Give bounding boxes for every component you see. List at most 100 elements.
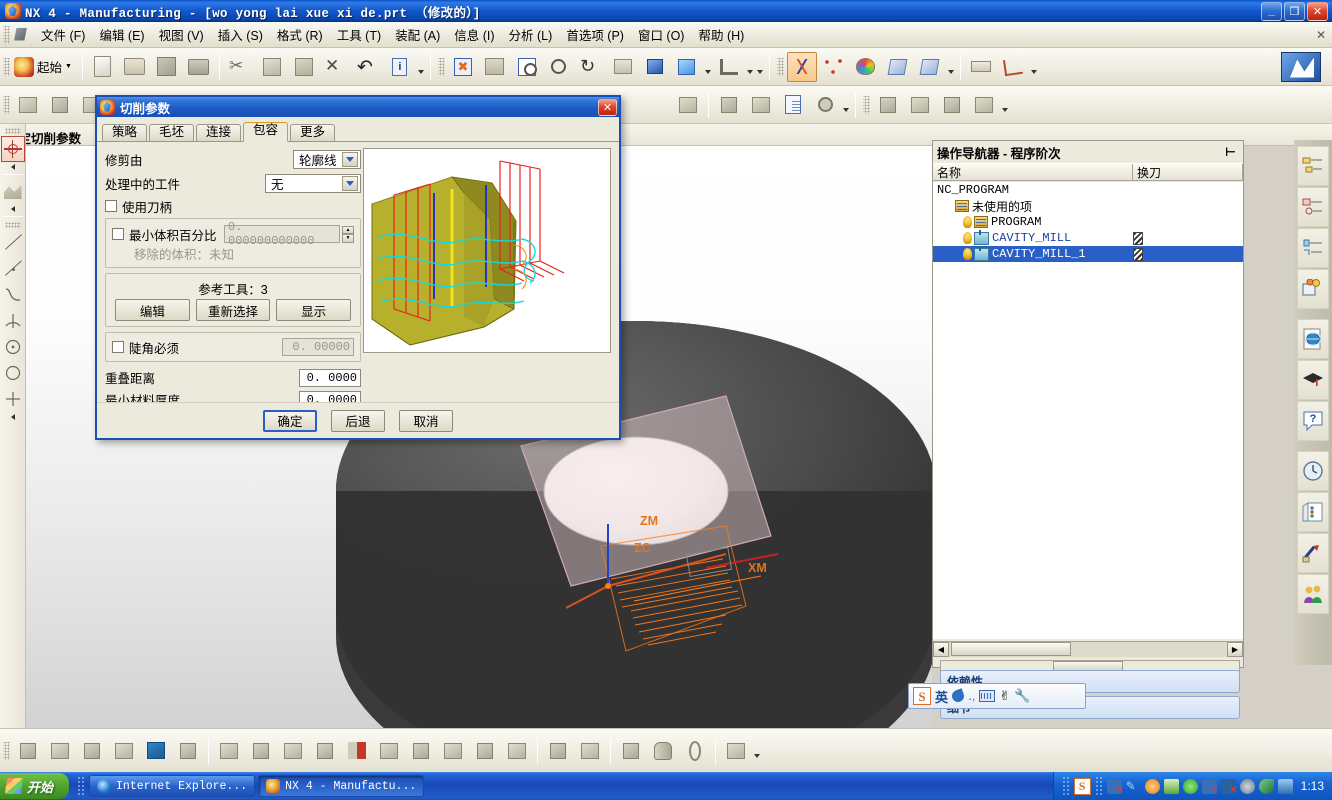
rotate-button[interactable] [576, 52, 606, 82]
circle-button[interactable] [1, 360, 25, 386]
sound-off-icon[interactable]: ✕ [1220, 778, 1238, 796]
ime-mode-label[interactable]: 英 [935, 687, 948, 706]
revolve-button[interactable] [45, 736, 75, 766]
zoom-window-button[interactable] [512, 52, 542, 82]
toolbar-grip-1[interactable] [3, 57, 10, 76]
datum-point-button[interactable] [0, 136, 25, 162]
dim-view-button[interactable] [480, 52, 510, 82]
start-menu-button[interactable]: 起始 ▼ [12, 52, 78, 82]
spline-button[interactable] [1, 282, 25, 308]
stepper-up-icon[interactable]: ▲ [342, 225, 354, 234]
point-set-button[interactable] [819, 52, 849, 82]
tab-connect[interactable]: 连接 [196, 124, 242, 141]
create-geometry-button[interactable] [873, 90, 903, 120]
ruler-button[interactable] [966, 52, 996, 82]
line-button[interactable] [1, 230, 25, 256]
use-holder-row[interactable]: 使用刀柄 [105, 196, 361, 216]
shade-style-arrow[interactable] [946, 54, 956, 80]
menu-tools[interactable]: 工具 (T) [330, 22, 388, 47]
table-row[interactable]: 未使用的项 [933, 198, 1243, 215]
navigator-horizontal-scrollbar[interactable]: ◀ ▶ [933, 641, 1243, 657]
menu-help[interactable]: 帮助 (H) [691, 22, 751, 47]
toolbar-grip-5[interactable] [863, 95, 870, 114]
handwriting-icon[interactable]: ✌ [999, 688, 1010, 704]
shade-dropdown-arrow[interactable] [703, 54, 713, 80]
min-volume-row[interactable]: 最小体积百分比 0. 000000000000 ▲ ▼ [112, 220, 354, 248]
min-volume-checkbox[interactable] [112, 228, 124, 240]
minimize-button[interactable]: _ [1261, 1, 1282, 21]
steep-angle-checkbox[interactable] [112, 341, 124, 353]
shell-button[interactable] [109, 736, 139, 766]
left-toolbar-expand-1[interactable] [3, 162, 23, 171]
shaded-cube-button[interactable] [672, 52, 702, 82]
cylinder-button[interactable] [648, 736, 678, 766]
tab-strategy[interactable]: 策略 [102, 124, 148, 141]
subtract-body-button[interactable] [246, 736, 276, 766]
sweep-button[interactable] [141, 736, 171, 766]
menu-file[interactable]: 文件 (F) [34, 22, 92, 47]
cut-button[interactable] [225, 52, 255, 82]
line-point-button[interactable] [1, 256, 25, 282]
min-volume-input[interactable]: 0. 000000000000 [224, 220, 340, 248]
community-button[interactable] [1297, 574, 1329, 614]
display-button[interactable]: 显示 [276, 299, 352, 321]
taper-button[interactable] [173, 736, 203, 766]
nc-dropdown-arrow[interactable] [841, 92, 851, 118]
verify-button[interactable] [746, 90, 776, 120]
bottom-dropdown-arrow[interactable] [752, 738, 762, 764]
windows-start-button[interactable]: 开始 [0, 773, 70, 799]
chevron-down-icon[interactable] [342, 151, 358, 167]
trim-by-select[interactable]: 轮廓线 [293, 149, 361, 169]
toolbar-grip-4[interactable] [3, 95, 10, 114]
menu-assemblies[interactable]: 装配 (A) [388, 22, 447, 47]
tab-containment[interactable]: 包容 [243, 122, 289, 142]
menu-insert[interactable]: 插入 (S) [211, 22, 270, 47]
info-dropdown-arrow[interactable] [416, 54, 426, 80]
disc-icon[interactable] [1239, 778, 1255, 794]
web-browser-button[interactable] [1297, 319, 1329, 359]
taskbar-item-ie[interactable]: Internet Explore... [89, 775, 256, 797]
mail-icon[interactable] [1163, 778, 1179, 794]
offset-button[interactable] [374, 736, 404, 766]
menubar-grip[interactable] [3, 25, 10, 44]
chevron-down-icon[interactable] [342, 175, 358, 191]
shade-style-button[interactable] [883, 52, 913, 82]
taskbar-item-nx[interactable]: NX 4 - Manufactu... [258, 775, 425, 797]
geometry-button[interactable] [13, 90, 43, 120]
paste-button[interactable] [289, 52, 319, 82]
part-navigator-button[interactable] [1297, 187, 1329, 227]
shop-doc-button[interactable] [778, 90, 808, 120]
fit-view-button[interactable]: ✖ [448, 52, 478, 82]
wcs-dropdown-arrow[interactable] [745, 54, 755, 80]
copy-button[interactable] [257, 52, 287, 82]
new-file-button[interactable] [88, 52, 118, 82]
create-dropdown-arrow[interactable] [1000, 92, 1010, 118]
toolbar-grip-2[interactable] [437, 57, 445, 76]
measure-dropdown-arrow[interactable] [1029, 54, 1039, 80]
add-body-button[interactable] [214, 736, 244, 766]
table-row[interactable]: PROGRAM [933, 214, 1243, 230]
pan-button[interactable] [608, 52, 638, 82]
arc-3point-button[interactable] [1, 308, 25, 334]
circle-center-button[interactable] [1, 334, 25, 360]
taskbar-grip[interactable] [77, 776, 86, 796]
more-features-button[interactable] [721, 736, 751, 766]
print-button[interactable] [184, 52, 214, 82]
assembly-navigator-button[interactable] [1297, 146, 1329, 186]
palette-button[interactable] [851, 52, 881, 82]
help-button[interactable]: ? [1297, 401, 1329, 441]
scroll-thumb[interactable] [951, 642, 1071, 656]
pin-icon[interactable]: ⊢ [1225, 145, 1239, 159]
thread-button[interactable] [470, 736, 500, 766]
operation-navigator-button[interactable] [1297, 228, 1329, 268]
view-more-arrow[interactable] [755, 54, 765, 80]
left-toolbar-expand-2[interactable] [3, 204, 23, 213]
punctuation-icon[interactable]: ․, [968, 689, 975, 703]
media-icon[interactable] [1277, 778, 1293, 794]
table-row[interactable]: NC_PROGRAM [933, 182, 1243, 198]
menu-analysis[interactable]: 分析 (L) [502, 22, 560, 47]
menu-information[interactable]: 信息 (I) [447, 22, 501, 47]
scroll-left-arrow[interactable]: ◀ [933, 642, 949, 657]
create-operation-button[interactable] [905, 90, 935, 120]
save-button[interactable] [152, 52, 182, 82]
